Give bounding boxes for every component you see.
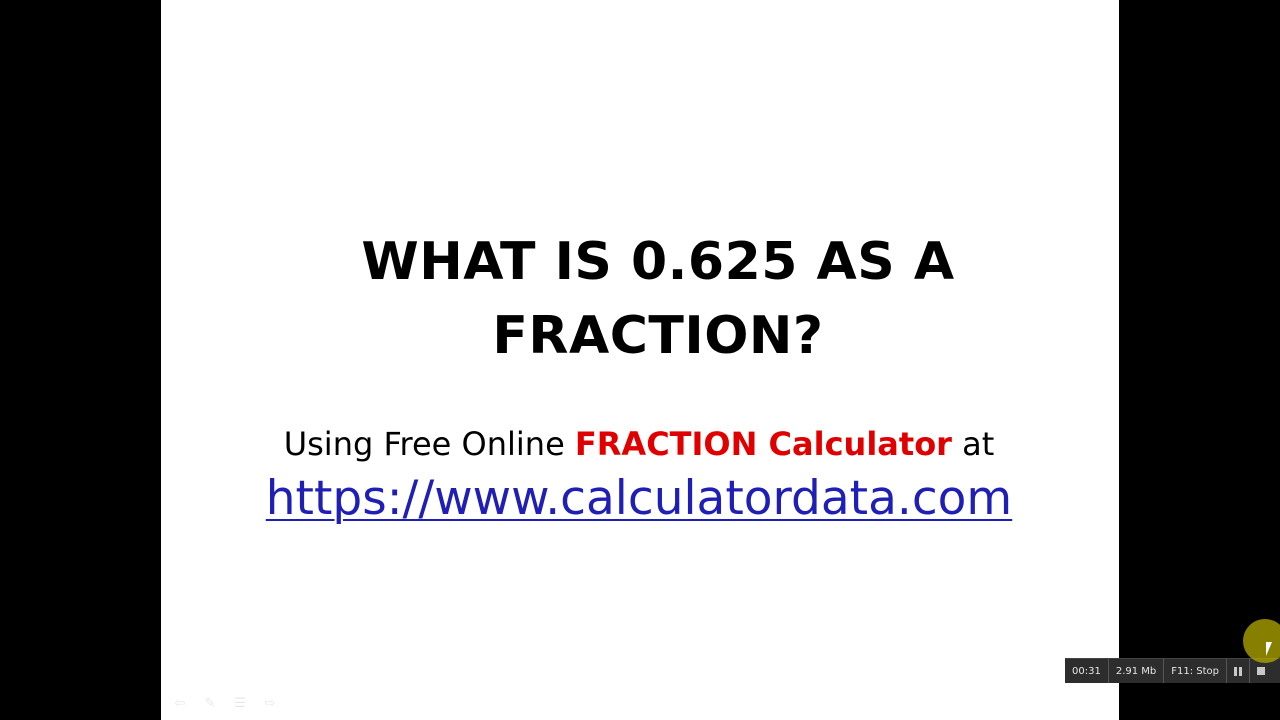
slide-title: WHAT IS 0.625 AS A FRACTION? (161, 225, 1155, 373)
pause-icon (1234, 666, 1243, 676)
next-slide-icon[interactable]: ⇨ (261, 696, 279, 711)
recording-file-size: 2.91 Mb (1109, 659, 1165, 683)
screen: WHAT IS 0.625 AS A FRACTION? Using Free … (0, 0, 1280, 720)
screen-recorder-toolbar: 00:31 2.91 Mb F11: Stop (1065, 658, 1280, 683)
cursor-highlight (1243, 619, 1280, 663)
calculator-link[interactable]: https://www.calculatordata.com (161, 471, 1117, 526)
subtitle-text-before: Using Free Online (283, 425, 575, 463)
recording-time: 00:31 (1065, 659, 1109, 683)
previous-slide-icon[interactable]: ⇦ (171, 696, 189, 711)
presentation-slide: WHAT IS 0.625 AS A FRACTION? Using Free … (161, 0, 1119, 720)
pause-button[interactable] (1227, 659, 1251, 683)
stop-icon (1257, 667, 1266, 675)
subtitle-text-after: at (951, 425, 995, 463)
slide-subtitle: Using Free Online FRACTION Calculator at (161, 425, 1117, 463)
slide-title-line-1: WHAT IS 0.625 AS A (361, 232, 955, 292)
mouse-cursor-icon (1266, 642, 1272, 656)
pen-icon[interactable]: ✎ (201, 696, 219, 711)
slideshow-controls: ⇦ ✎ ☰ ⇨ (171, 696, 279, 711)
slide-menu-icon[interactable]: ☰ (231, 696, 249, 711)
stop-hotkey-hint: F11: Stop (1164, 659, 1228, 683)
subtitle-highlight: FRACTION Calculator (574, 425, 952, 463)
slide-title-line-2: FRACTION? (492, 306, 824, 366)
